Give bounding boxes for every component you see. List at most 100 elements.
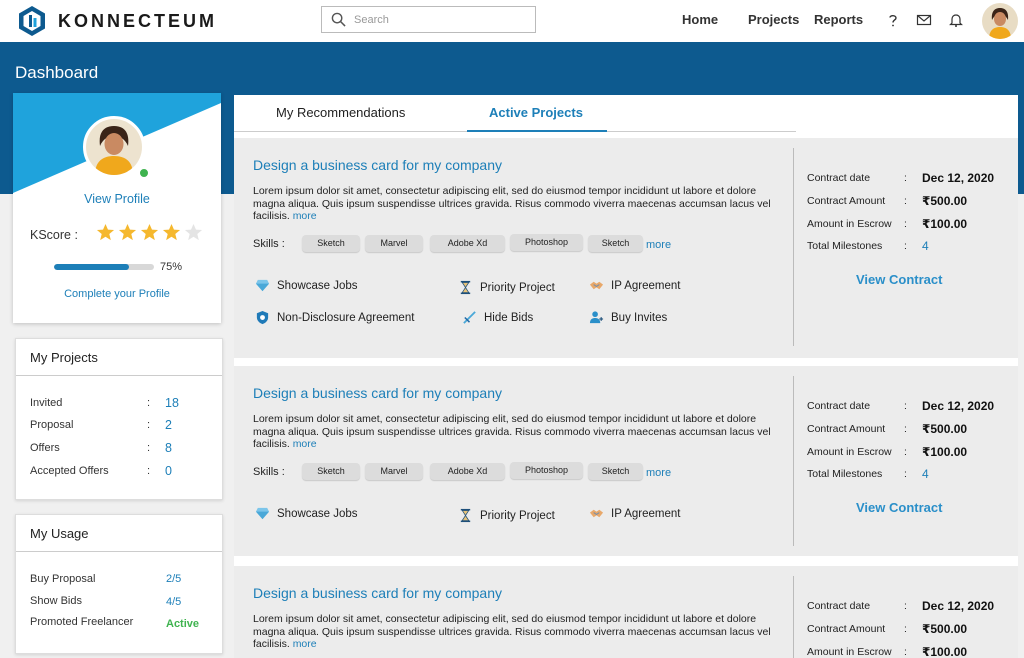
my-projects-value-invited[interactable]: 18 bbox=[165, 396, 179, 410]
total-milestones-value[interactable]: 4 bbox=[922, 467, 929, 481]
nav-home[interactable]: Home bbox=[682, 12, 718, 27]
skill-chip[interactable]: Sketch bbox=[588, 463, 643, 480]
skill-chip[interactable]: Sketch bbox=[302, 463, 360, 480]
my-usage-label-promoted: Promoted Freelancer bbox=[30, 616, 134, 628]
contract-date-label: Contract date bbox=[807, 600, 871, 612]
skills-more-link[interactable]: more bbox=[646, 239, 671, 251]
feature-label: Showcase Jobs bbox=[277, 279, 358, 292]
star-icon-filled bbox=[162, 223, 181, 241]
my-projects-label-accepted: Accepted Offers bbox=[30, 465, 109, 477]
mail-icon[interactable] bbox=[916, 12, 932, 28]
feature-label: IP Agreement bbox=[611, 507, 681, 520]
skill-chip[interactable]: Sketch bbox=[588, 235, 643, 252]
star-icon-filled bbox=[140, 223, 159, 241]
skill-chip[interactable]: Sketch bbox=[302, 235, 360, 252]
diamond-icon bbox=[255, 279, 270, 292]
total-milestones-value[interactable]: 4 bbox=[922, 239, 929, 253]
tab-active-projects[interactable]: Active Projects bbox=[489, 105, 583, 120]
description-more-link[interactable]: more bbox=[293, 210, 317, 222]
my-projects-label-offers: Offers bbox=[30, 442, 60, 454]
view-contract-link[interactable]: View Contract bbox=[856, 272, 942, 287]
shield-icon bbox=[256, 310, 269, 325]
complete-profile-link[interactable]: Complete your Profile bbox=[13, 288, 221, 300]
contract-amount-label: Contract Amount bbox=[807, 623, 886, 635]
hourglass-icon bbox=[460, 508, 471, 523]
top-navbar: KONNECTEUM Home Projects Reports bbox=[0, 0, 1024, 42]
escrow-amount-value: ₹100.00 bbox=[922, 445, 968, 459]
project-tabs: My Recommendations Active Projects bbox=[234, 95, 796, 132]
my-usage-box: My Usage Buy Proposal 2/5 Show Bids 4/5 … bbox=[15, 514, 223, 654]
colon: : bbox=[904, 172, 907, 184]
skill-chip[interactable]: Adobe Xd bbox=[430, 235, 505, 252]
profile-photo bbox=[83, 116, 145, 178]
nav-projects[interactable]: Projects bbox=[748, 12, 799, 27]
colon: : bbox=[904, 400, 907, 412]
skill-chip[interactable]: Photoshop bbox=[510, 234, 583, 251]
colon: : bbox=[904, 218, 907, 230]
skill-chip[interactable]: Marvel bbox=[365, 235, 423, 252]
total-milestones-label: Total Milestones bbox=[807, 468, 883, 480]
feature-label: Buy Invites bbox=[611, 311, 668, 324]
my-usage-title: My Usage bbox=[16, 515, 222, 552]
feature-label: Non-Disclosure Agreement bbox=[277, 311, 415, 324]
my-projects-value-proposal[interactable]: 2 bbox=[165, 418, 172, 432]
my-usage-label-show-bids: Show Bids bbox=[30, 595, 82, 607]
view-contract-link[interactable]: View Contract bbox=[856, 500, 942, 515]
colon: : bbox=[147, 465, 151, 477]
handshake-icon bbox=[589, 281, 604, 290]
my-projects-label-invited: Invited bbox=[30, 397, 63, 409]
skills-more-link[interactable]: more bbox=[646, 467, 671, 479]
project-card: Design a business card for my company Lo… bbox=[234, 138, 1018, 358]
skill-chip[interactable]: Marvel bbox=[365, 463, 423, 480]
colon: : bbox=[147, 442, 151, 454]
my-projects-value-accepted[interactable]: 0 bbox=[165, 464, 172, 478]
colon: : bbox=[904, 240, 907, 252]
my-projects-value-offers[interactable]: 8 bbox=[165, 441, 172, 455]
escrow-amount-label: Amount in Escrow bbox=[807, 646, 892, 658]
feature-buy-invites: Buy Invites bbox=[589, 310, 667, 325]
contract-amount-label: Contract Amount bbox=[807, 423, 886, 435]
description-more-link[interactable]: more bbox=[293, 638, 317, 650]
card-divider bbox=[793, 148, 794, 346]
feature-label: Hide Bids bbox=[484, 311, 534, 324]
contract-date-label: Contract date bbox=[807, 172, 871, 184]
my-usage-label-buy-proposal: Buy Proposal bbox=[30, 573, 96, 585]
profile-card: View Profile KScore : 75% Complete your … bbox=[13, 93, 221, 323]
project-description-text: Lorem ipsum dolor sit amet, consectetur … bbox=[253, 185, 771, 222]
description-more-link[interactable]: more bbox=[293, 438, 317, 450]
contract-date-value: Dec 12, 2020 bbox=[922, 399, 995, 413]
view-profile-link[interactable]: View Profile bbox=[13, 192, 221, 206]
tab-my-recommendations[interactable]: My Recommendations bbox=[276, 105, 405, 120]
brand-logo[interactable]: KONNECTEUM bbox=[16, 5, 217, 37]
nav-reports[interactable]: Reports bbox=[814, 12, 863, 27]
profile-progress-fill bbox=[54, 264, 129, 270]
feature-nda: Non-Disclosure Agreement bbox=[255, 310, 414, 325]
search-input[interactable] bbox=[354, 13, 514, 26]
contract-date-value: Dec 12, 2020 bbox=[922, 599, 995, 613]
contract-amount-label: Contract Amount bbox=[807, 195, 886, 207]
contract-amount-value: ₹500.00 bbox=[922, 422, 968, 436]
kscore-stars bbox=[96, 223, 203, 242]
projects-panel: My Recommendations Active Projects Desig… bbox=[234, 95, 1018, 658]
search-box[interactable] bbox=[321, 6, 536, 33]
help-icon[interactable] bbox=[885, 12, 901, 28]
project-title[interactable]: Design a business card for my company bbox=[253, 585, 502, 601]
diamond-icon bbox=[255, 507, 270, 520]
my-usage-value-buy-proposal: 2/5 bbox=[166, 573, 182, 585]
profile-photo-image bbox=[86, 119, 142, 175]
feature-label: IP Agreement bbox=[611, 279, 681, 292]
skills-label: Skills : bbox=[253, 238, 285, 250]
skill-chip[interactable]: Adobe Xd bbox=[430, 463, 505, 480]
feature-hide-bids: Hide Bids bbox=[462, 310, 533, 325]
project-title[interactable]: Design a business card for my company bbox=[253, 157, 502, 173]
colon: : bbox=[904, 623, 907, 635]
colon: : bbox=[904, 600, 907, 612]
card-divider bbox=[793, 376, 794, 546]
bell-icon[interactable] bbox=[948, 12, 964, 28]
user-avatar[interactable] bbox=[982, 3, 1018, 39]
skill-chip[interactable]: Photoshop bbox=[510, 462, 583, 479]
hourglass-icon bbox=[460, 280, 471, 295]
profile-progress-value: 75% bbox=[160, 261, 183, 273]
project-card: Design a business card for my company Lo… bbox=[234, 366, 1018, 556]
project-title[interactable]: Design a business card for my company bbox=[253, 385, 502, 401]
